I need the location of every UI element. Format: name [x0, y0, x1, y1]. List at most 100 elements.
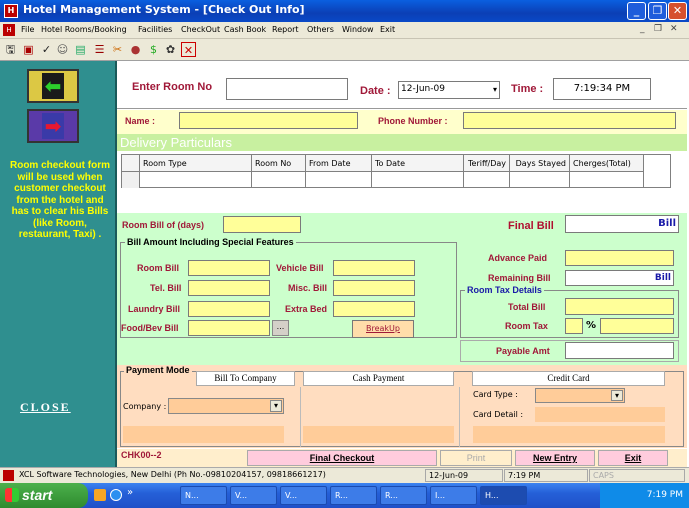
- close-link[interactable]: CLOSE: [20, 400, 71, 415]
- next-record-button[interactable]: ➡: [27, 109, 79, 143]
- taskbar-item[interactable]: N...: [180, 486, 227, 505]
- misc-bill-input[interactable]: [333, 280, 415, 296]
- cell-tariff[interactable]: [464, 172, 510, 188]
- chevron-down-icon[interactable]: ▾: [611, 390, 623, 401]
- app-status-icon: [3, 470, 14, 481]
- check-icon[interactable]: ✓: [39, 42, 54, 57]
- tel-bill-input[interactable]: [188, 280, 270, 296]
- chevron-down-icon[interactable]: ▾: [270, 400, 282, 412]
- cash-detail-field[interactable]: [303, 426, 454, 443]
- room-tax-input[interactable]: [565, 318, 583, 334]
- previous-record-button[interactable]: ⬅: [27, 69, 79, 103]
- cell-days-stayed[interactable]: [510, 172, 570, 188]
- total-bill-input[interactable]: [565, 298, 674, 315]
- taskbar-item[interactable]: V...: [230, 486, 277, 505]
- room-bill-days-label: Room Bill of (days): [122, 220, 205, 230]
- food-bill-label: Food/Bev Bill: [121, 323, 179, 333]
- list-icon[interactable]: ☰: [92, 42, 107, 57]
- menu-others[interactable]: Others: [307, 25, 334, 34]
- card-detail-input[interactable]: [535, 407, 665, 422]
- laundry-bill-label: Laundry Bill: [128, 304, 181, 314]
- phone-label: Phone Number :: [378, 116, 448, 126]
- child-window-icon[interactable]: H: [3, 24, 15, 36]
- status-company: XCL Software Technologies, New Delhi (Ph…: [19, 470, 326, 479]
- menu-hotel-rooms-booking[interactable]: Hotel Rooms/Booking: [41, 25, 127, 34]
- cell-room-type[interactable]: [140, 172, 252, 188]
- room-bill-days-input[interactable]: [223, 216, 301, 233]
- card-type-select[interactable]: ▾: [535, 388, 625, 403]
- advance-paid-input[interactable]: [565, 250, 674, 266]
- child-close-icon[interactable]: ✕: [670, 24, 678, 34]
- menu-cash-book[interactable]: Cash Book: [224, 25, 266, 34]
- food-details-button[interactable]: ...: [272, 320, 289, 336]
- final-checkout-button[interactable]: Final Checkout: [247, 450, 437, 466]
- delivery-grid[interactable]: Room Type Room No From Date To Date Teri…: [121, 154, 671, 188]
- maximize-icon[interactable]: ❐: [648, 2, 667, 20]
- taskbar-item[interactable]: I...: [430, 486, 477, 505]
- final-bill-label: Final Bill: [508, 220, 554, 232]
- room-icon[interactable]: ▤: [73, 42, 88, 57]
- cancel-icon[interactable]: ✕: [181, 42, 196, 57]
- company-select[interactable]: ▾: [168, 398, 284, 414]
- tools-icon[interactable]: ✂: [110, 42, 125, 57]
- child-minimize-icon[interactable]: _: [640, 24, 645, 34]
- menu-file[interactable]: File: [21, 25, 34, 34]
- vehicle-bill-input[interactable]: [333, 260, 415, 276]
- title-bar[interactable]: H Hotel Management System - [Check Out I…: [0, 0, 689, 22]
- booking-icon[interactable]: ●: [128, 42, 143, 57]
- save-icon[interactable]: 🖫: [3, 42, 18, 57]
- date-picker[interactable]: 12-Jun-09 ▾: [398, 81, 500, 99]
- exit-button[interactable]: Exit: [598, 450, 668, 466]
- cell-room-no[interactable]: [252, 172, 306, 188]
- food-bill-input[interactable]: [188, 320, 270, 336]
- card-extra-field[interactable]: [473, 426, 665, 443]
- child-restore-icon[interactable]: ❐: [654, 24, 662, 34]
- cell-to-date[interactable]: [372, 172, 464, 188]
- phone-input[interactable]: [463, 112, 676, 129]
- menu-window[interactable]: Window: [342, 25, 374, 34]
- tray-clock[interactable]: 7:19 PM: [647, 490, 683, 500]
- room-bill-input[interactable]: [188, 260, 270, 276]
- table-row[interactable]: [122, 172, 140, 188]
- menu-report[interactable]: Report: [272, 25, 299, 34]
- close-icon[interactable]: ✕: [668, 2, 687, 20]
- laundry-bill-input[interactable]: [188, 301, 270, 317]
- service-icon[interactable]: ✿: [163, 42, 178, 57]
- advance-paid-label: Advance Paid: [488, 253, 548, 263]
- form-icon[interactable]: ▣: [21, 42, 36, 57]
- extra-bed-input[interactable]: [333, 301, 415, 317]
- percent-sign: %: [586, 320, 597, 331]
- breakup-button[interactable]: BreakUp: [352, 320, 414, 338]
- taskbar-item[interactable]: R...: [330, 486, 377, 505]
- money-icon[interactable]: $: [146, 42, 161, 57]
- browser-icon[interactable]: [110, 489, 122, 501]
- room-tax-amount-input[interactable]: [600, 318, 674, 334]
- col-charges: Cherges(Total): [570, 155, 644, 172]
- chevron-down-icon[interactable]: ▾: [493, 85, 497, 94]
- taskbar-item-active[interactable]: H...: [480, 486, 527, 505]
- bill-to-company-option[interactable]: Bill To Company: [196, 371, 295, 386]
- room-no-label: Enter Room No: [132, 81, 213, 93]
- menu-facilities[interactable]: Facilities: [138, 25, 172, 34]
- outlook-icon[interactable]: [94, 489, 106, 501]
- menu-bar: H File Hotel Rooms/Booking Facilities Ch…: [0, 22, 689, 39]
- quicklaunch-more-icon[interactable]: »: [127, 487, 133, 498]
- cell-charges[interactable]: [570, 172, 644, 188]
- print-button[interactable]: Print: [440, 450, 512, 466]
- grid-corner: [122, 155, 140, 172]
- minimize-icon[interactable]: _: [627, 2, 646, 20]
- credit-card-option[interactable]: Credit Card: [472, 371, 665, 386]
- room-no-input[interactable]: [226, 78, 348, 100]
- taskbar-item[interactable]: V...: [280, 486, 327, 505]
- new-entry-button[interactable]: New Entry: [515, 450, 595, 466]
- name-input[interactable]: [179, 112, 358, 129]
- taskbar-item[interactable]: R...: [380, 486, 427, 505]
- cash-payment-option[interactable]: Cash Payment: [303, 371, 454, 386]
- room-tax-label: Room Tax: [505, 321, 548, 331]
- start-label: start: [22, 487, 53, 503]
- guest-icon[interactable]: ☺: [55, 42, 70, 57]
- menu-exit[interactable]: Exit: [380, 25, 395, 34]
- company-detail-field[interactable]: [123, 426, 284, 443]
- cell-from-date[interactable]: [306, 172, 372, 188]
- menu-checkout[interactable]: CheckOut: [181, 25, 220, 34]
